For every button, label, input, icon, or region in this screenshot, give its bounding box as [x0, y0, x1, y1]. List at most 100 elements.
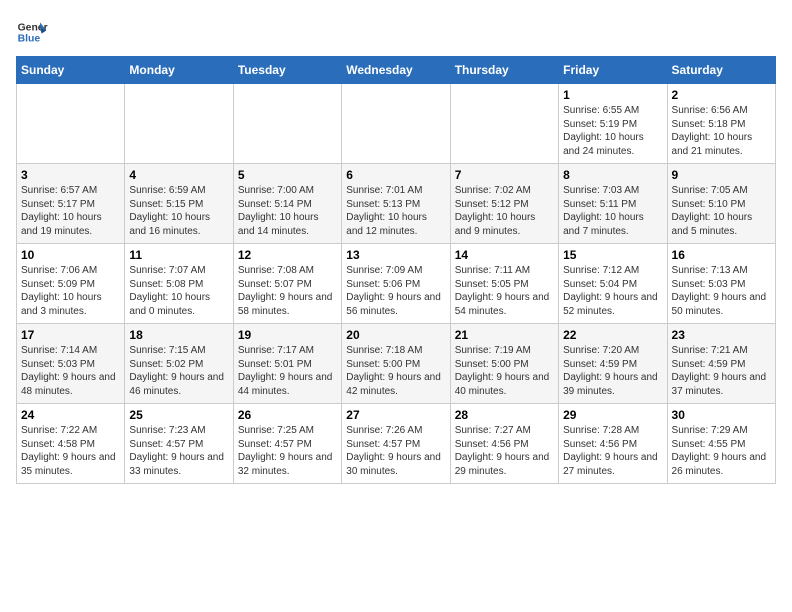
- day-info: Sunrise: 7:12 AM Sunset: 5:04 PM Dayligh…: [563, 264, 662, 318]
- calendar-cell: 25Sunrise: 7:23 AM Sunset: 4:57 PM Dayli…: [125, 404, 233, 484]
- calendar-cell: 21 Sunrise: 7:19 AM Sunset: 5:00 PM Dayli…: [450, 324, 558, 404]
- day-info: Sunrise: 7:17 AM Sunset: 5:01 PM Dayligh…: [238, 344, 337, 398]
- calendar-cell: 28 Sunrise: 7:27 AM Sunset: 4:56 PM Dayli…: [450, 404, 558, 484]
- calendar-cell: 15 Sunrise: 7:12 AM Sunset: 5:04 PM Dayli…: [559, 244, 667, 324]
- day-info: Sunrise: 7:25 AM Sunset: 4:57 PM Dayligh…: [238, 424, 337, 478]
- day-info: Sunrise: 7:00 AM Sunset: 5:14 PM Dayligh…: [238, 184, 337, 238]
- day-info: Sunrise: 7:23 AM Sunset: 4:57 PM Dayligh…: [129, 424, 228, 478]
- day-info: Sunrise: 7:15 AM Sunset: 5:02 PM Dayligh…: [129, 344, 228, 398]
- calendar-cell: 8Sunrise: 7:03 AM Sunset: 5:11 PM Daylig…: [559, 164, 667, 244]
- day-number: 15: [563, 248, 662, 262]
- day-info: Sunrise: 7:27 AM Sunset: 4:56 PM Dayligh…: [455, 424, 554, 478]
- day-info: Sunrise: 7:29 AM Sunset: 4:55 PM Dayligh…: [672, 424, 771, 478]
- weekday-header-saturday: Saturday: [667, 57, 775, 84]
- day-info: Sunrise: 7:06 AM Sunset: 5:09 PM Dayligh…: [21, 264, 120, 318]
- calendar-cell: 10 Sunrise: 7:06 AM Sunset: 5:09 PM Dayli…: [17, 244, 125, 324]
- calendar-cell: [342, 84, 450, 164]
- day-number: 10: [21, 248, 120, 262]
- day-info: Sunrise: 7:26 AM Sunset: 4:57 PM Dayligh…: [346, 424, 445, 478]
- calendar-cell: 6 Sunrise: 7:01 AM Sunset: 5:13 PM Daylig…: [342, 164, 450, 244]
- day-info: Sunrise: 7:18 AM Sunset: 5:00 PM Dayligh…: [346, 344, 445, 398]
- calendar-table: SundayMondayTuesdayWednesdayThursdayFrid…: [16, 56, 776, 484]
- calendar-cell: 11 Sunrise: 7:07 AM Sunset: 5:08 PM Dayli…: [125, 244, 233, 324]
- day-info: Sunrise: 7:03 AM Sunset: 5:11 PM Dayligh…: [563, 184, 662, 238]
- day-number: 7: [455, 168, 554, 182]
- day-number: 20: [346, 328, 445, 342]
- day-info: Sunrise: 7:20 AM Sunset: 4:59 PM Dayligh…: [563, 344, 662, 398]
- day-info: Sunrise: 7:07 AM Sunset: 5:08 PM Dayligh…: [129, 264, 228, 318]
- day-number: 18: [129, 328, 228, 342]
- day-number: 1: [563, 88, 662, 102]
- day-number: 30: [672, 408, 771, 422]
- weekday-header-tuesday: Tuesday: [233, 57, 341, 84]
- calendar-cell: 20 Sunrise: 7:18 AM Sunset: 5:00 PM Dayli…: [342, 324, 450, 404]
- day-info: Sunrise: 7:21 AM Sunset: 4:59 PM Dayligh…: [672, 344, 771, 398]
- day-info: Sunrise: 7:02 AM Sunset: 5:12 PM Dayligh…: [455, 184, 554, 238]
- day-number: 5: [238, 168, 337, 182]
- calendar-cell: 27 Sunrise: 7:26 AM Sunset: 4:57 PM Dayli…: [342, 404, 450, 484]
- day-info: Sunrise: 6:57 AM Sunset: 5:17 PM Dayligh…: [21, 184, 120, 238]
- calendar-cell: 17Sunrise: 7:14 AM Sunset: 5:03 PM Dayli…: [17, 324, 125, 404]
- calendar-cell: 23Sunrise: 7:21 AM Sunset: 4:59 PM Dayli…: [667, 324, 775, 404]
- calendar-cell: 5 Sunrise: 7:00 AM Sunset: 5:14 PM Daylig…: [233, 164, 341, 244]
- calendar-cell: 4 Sunrise: 6:59 AM Sunset: 5:15 PM Daylig…: [125, 164, 233, 244]
- day-info: Sunrise: 7:01 AM Sunset: 5:13 PM Dayligh…: [346, 184, 445, 238]
- calendar-cell: 30 Sunrise: 7:29 AM Sunset: 4:55 PM Dayli…: [667, 404, 775, 484]
- calendar-cell: [17, 84, 125, 164]
- day-number: 27: [346, 408, 445, 422]
- day-info: Sunrise: 7:09 AM Sunset: 5:06 PM Dayligh…: [346, 264, 445, 318]
- day-number: 13: [346, 248, 445, 262]
- day-number: 29: [563, 408, 662, 422]
- day-info: Sunrise: 7:11 AM Sunset: 5:05 PM Dayligh…: [455, 264, 554, 318]
- calendar-cell: 12 Sunrise: 7:08 AM Sunset: 5:07 PM Dayli…: [233, 244, 341, 324]
- calendar-cell: 19 Sunrise: 7:17 AM Sunset: 5:01 PM Dayli…: [233, 324, 341, 404]
- logo-icon: General Blue: [16, 16, 48, 48]
- day-info: Sunrise: 7:19 AM Sunset: 5:00 PM Dayligh…: [455, 344, 554, 398]
- calendar-cell: [233, 84, 341, 164]
- calendar-cell: 26 Sunrise: 7:25 AM Sunset: 4:57 PM Dayli…: [233, 404, 341, 484]
- day-number: 14: [455, 248, 554, 262]
- day-number: 21: [455, 328, 554, 342]
- calendar-cell: 3 Sunrise: 6:57 AM Sunset: 5:17 PM Daylig…: [17, 164, 125, 244]
- day-number: 28: [455, 408, 554, 422]
- calendar-cell: 24 Sunrise: 7:22 AM Sunset: 4:58 PM Dayli…: [17, 404, 125, 484]
- day-info: Sunrise: 7:08 AM Sunset: 5:07 PM Dayligh…: [238, 264, 337, 318]
- calendar-cell: [125, 84, 233, 164]
- calendar-cell: 22Sunrise: 7:20 AM Sunset: 4:59 PM Dayli…: [559, 324, 667, 404]
- day-number: 4: [129, 168, 228, 182]
- day-info: Sunrise: 7:28 AM Sunset: 4:56 PM Dayligh…: [563, 424, 662, 478]
- day-number: 3: [21, 168, 120, 182]
- day-number: 26: [238, 408, 337, 422]
- day-info: Sunrise: 7:05 AM Sunset: 5:10 PM Dayligh…: [672, 184, 771, 238]
- weekday-header-thursday: Thursday: [450, 57, 558, 84]
- calendar-cell: 29 Sunrise: 7:28 AM Sunset: 4:56 PM Dayli…: [559, 404, 667, 484]
- weekday-header-wednesday: Wednesday: [342, 57, 450, 84]
- calendar-cell: 16 Sunrise: 7:13 AM Sunset: 5:03 PM Dayli…: [667, 244, 775, 324]
- header: General Blue: [16, 16, 776, 48]
- day-number: 12: [238, 248, 337, 262]
- calendar-cell: 18 Sunrise: 7:15 AM Sunset: 5:02 PM Dayli…: [125, 324, 233, 404]
- calendar-cell: 2 Sunrise: 6:56 AM Sunset: 5:18 PM Daylig…: [667, 84, 775, 164]
- weekday-header-monday: Monday: [125, 57, 233, 84]
- day-number: 11: [129, 248, 228, 262]
- calendar-cell: [450, 84, 558, 164]
- weekday-header-sunday: Sunday: [17, 57, 125, 84]
- day-number: 16: [672, 248, 771, 262]
- calendar-cell: 9 Sunrise: 7:05 AM Sunset: 5:10 PM Daylig…: [667, 164, 775, 244]
- weekday-header-friday: Friday: [559, 57, 667, 84]
- day-number: 19: [238, 328, 337, 342]
- day-number: 24: [21, 408, 120, 422]
- day-info: Sunrise: 7:14 AM Sunset: 5:03 PM Dayligh…: [21, 344, 120, 398]
- day-info: Sunrise: 6:59 AM Sunset: 5:15 PM Dayligh…: [129, 184, 228, 238]
- logo: General Blue: [16, 16, 48, 48]
- svg-text:Blue: Blue: [18, 34, 41, 45]
- day-number: 2: [672, 88, 771, 102]
- day-info: Sunrise: 7:13 AM Sunset: 5:03 PM Dayligh…: [672, 264, 771, 318]
- day-info: Sunrise: 6:55 AM Sunset: 5:19 PM Dayligh…: [563, 104, 662, 158]
- day-number: 6: [346, 168, 445, 182]
- day-info: Sunrise: 6:56 AM Sunset: 5:18 PM Dayligh…: [672, 104, 771, 158]
- calendar-cell: 14 Sunrise: 7:11 AM Sunset: 5:05 PM Dayli…: [450, 244, 558, 324]
- day-number: 9: [672, 168, 771, 182]
- calendar-cell: 13 Sunrise: 7:09 AM Sunset: 5:06 PM Dayli…: [342, 244, 450, 324]
- day-info: Sunrise: 7:22 AM Sunset: 4:58 PM Dayligh…: [21, 424, 120, 478]
